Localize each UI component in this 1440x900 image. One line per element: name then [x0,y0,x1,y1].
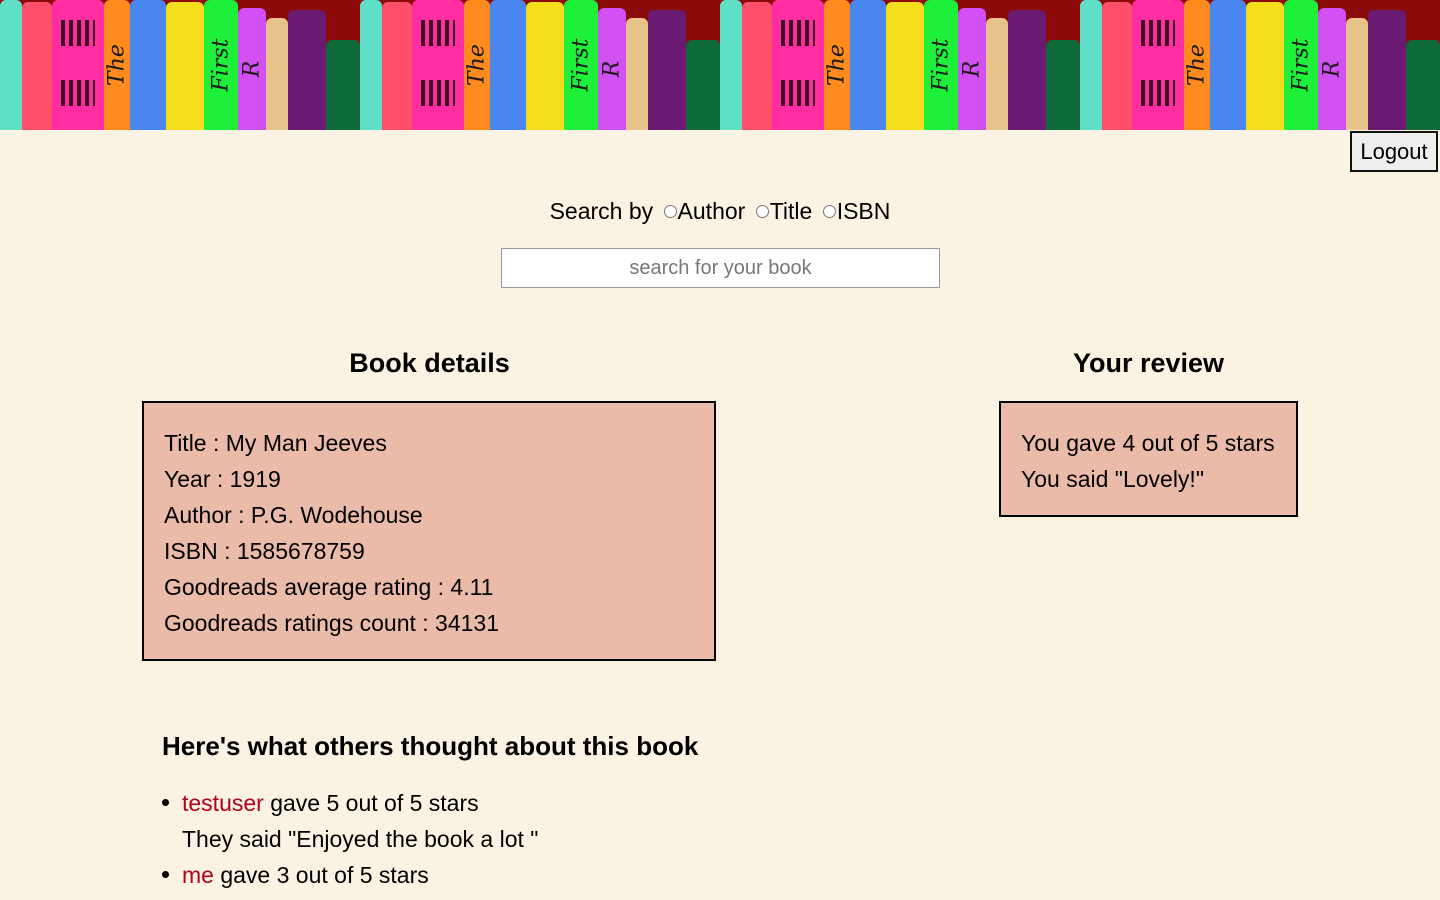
book-details-card: Title : My Man Jeeves Year : 1919 Author… [142,401,716,661]
book-details-heading: Book details [349,348,510,378]
reviewer-comment: They said "Enjoyed the book a lot " [182,826,539,852]
title-radio-label[interactable]: Title [770,198,813,224]
reviewer-rating: gave 3 out of 5 stars [213,862,429,888]
book-spine [166,2,204,130]
book-spine [326,40,360,130]
book-isbn: ISBN : 1585678759 [164,538,365,564]
search-input[interactable] [501,248,940,288]
search-by-options: Search by Author Title ISBN [0,196,1440,226]
book-spine: R [1318,8,1346,130]
spine-lettering: R [959,60,985,78]
spine-lettering: First [1288,38,1314,92]
book-spine [288,10,326,130]
others-reviews-list: testuser gave 5 out of 5 stars They said… [162,785,538,893]
book-spine [1368,10,1406,130]
book-spine: First [564,0,598,130]
book-spine [648,10,686,130]
book-spine [1210,0,1246,130]
book-spine: R [958,8,986,130]
banner-tile: The First R [1080,0,1440,130]
reviewer-link[interactable]: me [182,862,214,888]
banner-tile: The First R [0,0,360,130]
book-spine: The [104,0,130,130]
book-spine [266,18,288,130]
book-spine: R [598,8,626,130]
book-spine [772,0,824,130]
reviewer-link[interactable]: testuser [182,790,264,816]
goodreads-average-rating: Goodreads average rating : 4.11 [164,574,494,600]
spine-lettering: R [599,60,625,78]
book-year: Year : 1919 [164,466,281,492]
book-spine [1046,40,1080,130]
banner-tile: The First R [360,0,720,130]
your-review-card: You gave 4 out of 5 stars You said "Love… [999,401,1298,517]
book-spine [720,0,742,130]
book-title: Title : My Man Jeeves [164,430,387,456]
spine-lettering: The [824,44,850,86]
list-item: testuser gave 5 out of 5 stars They said… [162,785,538,857]
book-spine: First [1284,0,1318,130]
bullet-icon [162,799,169,806]
book-spine [0,0,22,130]
title-radio[interactable] [755,204,769,218]
isbn-radio[interactable] [822,204,836,218]
book-spine [1080,0,1102,130]
list-item: me gave 3 out of 5 stars [162,857,538,893]
book-spine [382,2,412,130]
bookshelf-banner: The First R The First R The First R The First R [0,0,1440,130]
others-reviews-heading: Here's what others thought about this bo… [162,731,699,761]
goodreads-ratings-count: Goodreads ratings count : 34131 [164,610,500,636]
book-spine: First [924,0,958,130]
author-radio[interactable] [663,204,677,218]
book-spine [490,0,526,130]
spine-lettering: R [1319,60,1345,78]
bullet-icon [162,871,169,878]
book-spine [886,2,924,130]
reviewer-rating: gave 5 out of 5 stars [263,790,479,816]
spine-lettering: First [208,38,234,92]
book-spine [626,18,648,130]
spine-lettering: The [464,44,490,86]
your-review-rating: You gave 4 out of 5 stars [1021,430,1275,456]
book-spine [360,0,382,130]
spine-lettering: The [1184,44,1210,86]
book-spine: The [464,0,490,130]
book-spine [1246,2,1284,130]
book-author: Author : P.G. Wodehouse [164,502,423,528]
book-spine [1346,18,1368,130]
book-spine [850,0,886,130]
spine-lettering: R [239,60,265,78]
book-spine [130,0,166,130]
book-spine: The [1184,0,1210,130]
book-spine [526,2,564,130]
logout-button[interactable]: Logout [1350,131,1438,172]
book-spine [742,2,772,130]
book-spine [52,0,104,130]
book-spine: First [204,0,238,130]
book-spine [1102,2,1132,130]
book-spine [1406,40,1440,130]
book-spine [1008,10,1046,130]
book-spine [412,0,464,130]
spine-lettering: First [568,38,594,92]
isbn-radio-label[interactable]: ISBN [837,198,891,224]
spine-lettering: The [104,44,130,86]
your-review-comment: You said "Lovely!" [1021,466,1204,492]
banner-tile: The First R [720,0,1080,130]
your-review-heading: Your review [1072,348,1225,378]
book-spine: R [238,8,266,130]
book-spine: The [824,0,850,130]
spine-lettering: First [928,38,954,92]
author-radio-label[interactable]: Author [678,198,746,224]
book-spine [686,40,720,130]
book-spine [986,18,1008,130]
search-by-label: Search by [549,198,654,224]
book-spine [22,2,52,130]
book-spine [1132,0,1184,130]
